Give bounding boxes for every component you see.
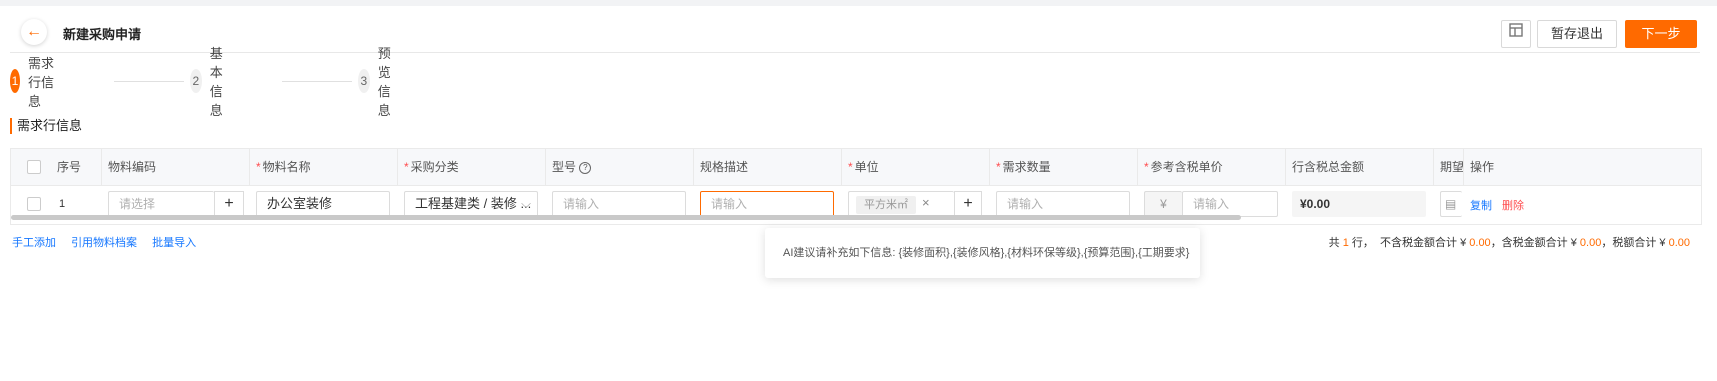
bottom-actions: 手工添加 引用物料档案 批量导入 xyxy=(12,234,208,250)
add-unit-plus-icon[interactable]: + xyxy=(954,191,982,217)
add-material-plus-icon[interactable]: + xyxy=(214,191,244,217)
th-ops-label: 操作 xyxy=(1470,160,1495,174)
th-material-code: 物料编码 xyxy=(101,149,249,185)
category-value: 工程基建类 / 装修 ... xyxy=(415,196,532,211)
step-1-number: 1 xyxy=(10,69,20,93)
summary-tax-label: ，含税金额合计 ¥ xyxy=(1490,237,1580,249)
ai-suggestion-tooltip: AI建议请补充如下信息: {装修面积},{装修风格},{材料环保等级},{预算范… xyxy=(765,228,1200,278)
row-total: ¥0.00 xyxy=(1292,191,1426,217)
th-material-name: * 物料名称 xyxy=(249,149,397,185)
th-seq-label: 序号 xyxy=(57,160,82,174)
section-title: 需求行信息 xyxy=(10,118,82,134)
summary-prefix: 共 xyxy=(1328,237,1343,249)
step-connector xyxy=(114,81,184,82)
th-seq: 序号 xyxy=(51,149,103,185)
page-card: ← 新建采购申请 暂存退出 下一步 1 需求行信息 2 基本信息 3 预览信息 … xyxy=(0,6,1708,381)
step-2[interactable]: 2 基本信息 xyxy=(190,46,235,118)
step-2-number: 2 xyxy=(190,69,202,93)
category-select[interactable]: 工程基建类 / 装修 ... ⌵ xyxy=(404,191,538,217)
th-expected-label: 期望交 xyxy=(1440,160,1463,174)
th-ref-price-label: 参考含税单价 xyxy=(1150,160,1223,174)
layout-icon[interactable] xyxy=(1501,20,1531,48)
spec-input[interactable]: 请输入 xyxy=(700,191,834,217)
table-header: 序号 物料编码 * 物料名称 * 采购分类 型号 ? 规格描述 * 单位 * 需求数量 … xyxy=(11,149,1701,186)
summary-rows-suffix: 行， xyxy=(1348,237,1374,249)
unit-tag-label: 平方米㎡ xyxy=(864,199,908,211)
th-category-label: 采购分类 xyxy=(410,160,459,174)
price-input[interactable]: 请输入 xyxy=(1182,191,1278,217)
summary-tax-amount-label: ，税额合计 ¥ xyxy=(1601,237,1669,249)
unit-tag-close-icon[interactable]: × xyxy=(922,195,930,210)
th-material-code-label: 物料编码 xyxy=(108,160,157,174)
row-checkbox[interactable] xyxy=(27,197,41,211)
th-quantity-label: 需求数量 xyxy=(1002,160,1051,174)
summary-tax-amount: 0.00 xyxy=(1668,237,1690,249)
summary-no-tax: 0.00 xyxy=(1469,237,1491,249)
th-total: 行含税总金额 xyxy=(1285,149,1433,185)
step-1-label: 需求行信息 xyxy=(27,55,54,109)
reference-material-link[interactable]: 引用物料档案 xyxy=(71,237,137,249)
th-total-label: 行含税总金额 xyxy=(1292,160,1365,174)
step-connector xyxy=(282,81,352,82)
amount-summary: 共 1 行， 不含税金额合计 ¥ 0.00，含税金额合计 ¥ 0.00，税额合计… xyxy=(1329,234,1690,250)
th-quantity: * 需求数量 xyxy=(989,149,1137,185)
th-material-name-label: 物料名称 xyxy=(262,160,311,174)
manual-add-link[interactable]: 手工添加 xyxy=(12,237,56,249)
calendar-icon[interactable]: ▤ xyxy=(1440,191,1462,217)
requirement-table: 序号 物料编码 * 物料名称 * 采购分类 型号 ? 规格描述 * 单位 * 需求数量 … xyxy=(10,148,1702,225)
th-ops: 操作 xyxy=(1463,149,1553,185)
th-spec: 规格描述 xyxy=(693,149,841,185)
th-ref-price: * 参考含税单价 xyxy=(1137,149,1285,185)
step-1[interactable]: 1 需求行信息 xyxy=(10,56,55,109)
copy-row-link[interactable]: 复制 xyxy=(1470,197,1492,213)
th-model: 型号 ? xyxy=(545,149,693,185)
step-3-label: 预览信息 xyxy=(377,46,391,118)
material-code-select[interactable]: 请选择 xyxy=(108,191,214,217)
th-spec-label: 规格描述 xyxy=(700,160,749,174)
delete-row-link[interactable]: 删除 xyxy=(1502,197,1524,213)
model-input[interactable]: 请输入 xyxy=(552,191,686,217)
help-icon[interactable]: ? xyxy=(579,161,592,174)
back-arrow-icon[interactable]: ← xyxy=(21,19,47,45)
step-2-label: 基本信息 xyxy=(209,46,223,118)
th-unit-label: 单位 xyxy=(854,160,879,174)
th-category: * 采购分类 xyxy=(397,149,545,185)
step-3-number: 3 xyxy=(358,69,370,93)
page-header: ← 新建采购申请 暂存退出 下一步 xyxy=(10,14,1700,53)
step-3[interactable]: 3 预览信息 xyxy=(358,46,403,118)
th-model-label: 型号 xyxy=(552,160,577,174)
save-draft-button[interactable]: 暂存退出 xyxy=(1537,20,1617,48)
batch-import-link[interactable]: 批量导入 xyxy=(152,237,196,249)
chevron-down-icon: ⌵ xyxy=(521,196,531,211)
page-title: 新建采购申请 xyxy=(63,27,142,42)
horizontal-scrollbar[interactable] xyxy=(11,215,1241,220)
material-name-input[interactable]: 办公室装修 xyxy=(256,191,390,217)
next-step-button[interactable]: 下一步 xyxy=(1625,20,1697,48)
summary-tax: 0.00 xyxy=(1579,237,1602,249)
select-all-checkbox[interactable] xyxy=(27,160,41,174)
th-unit: * 单位 xyxy=(841,149,989,185)
currency-prefix: ¥ xyxy=(1144,191,1182,217)
quantity-input[interactable]: 请输入 xyxy=(996,191,1130,217)
summary-no-tax-label: 不含税金额合计 ¥ xyxy=(1380,237,1470,249)
unit-tag: 平方米㎡ xyxy=(856,196,916,214)
th-expected: 期望交 xyxy=(1433,149,1463,185)
